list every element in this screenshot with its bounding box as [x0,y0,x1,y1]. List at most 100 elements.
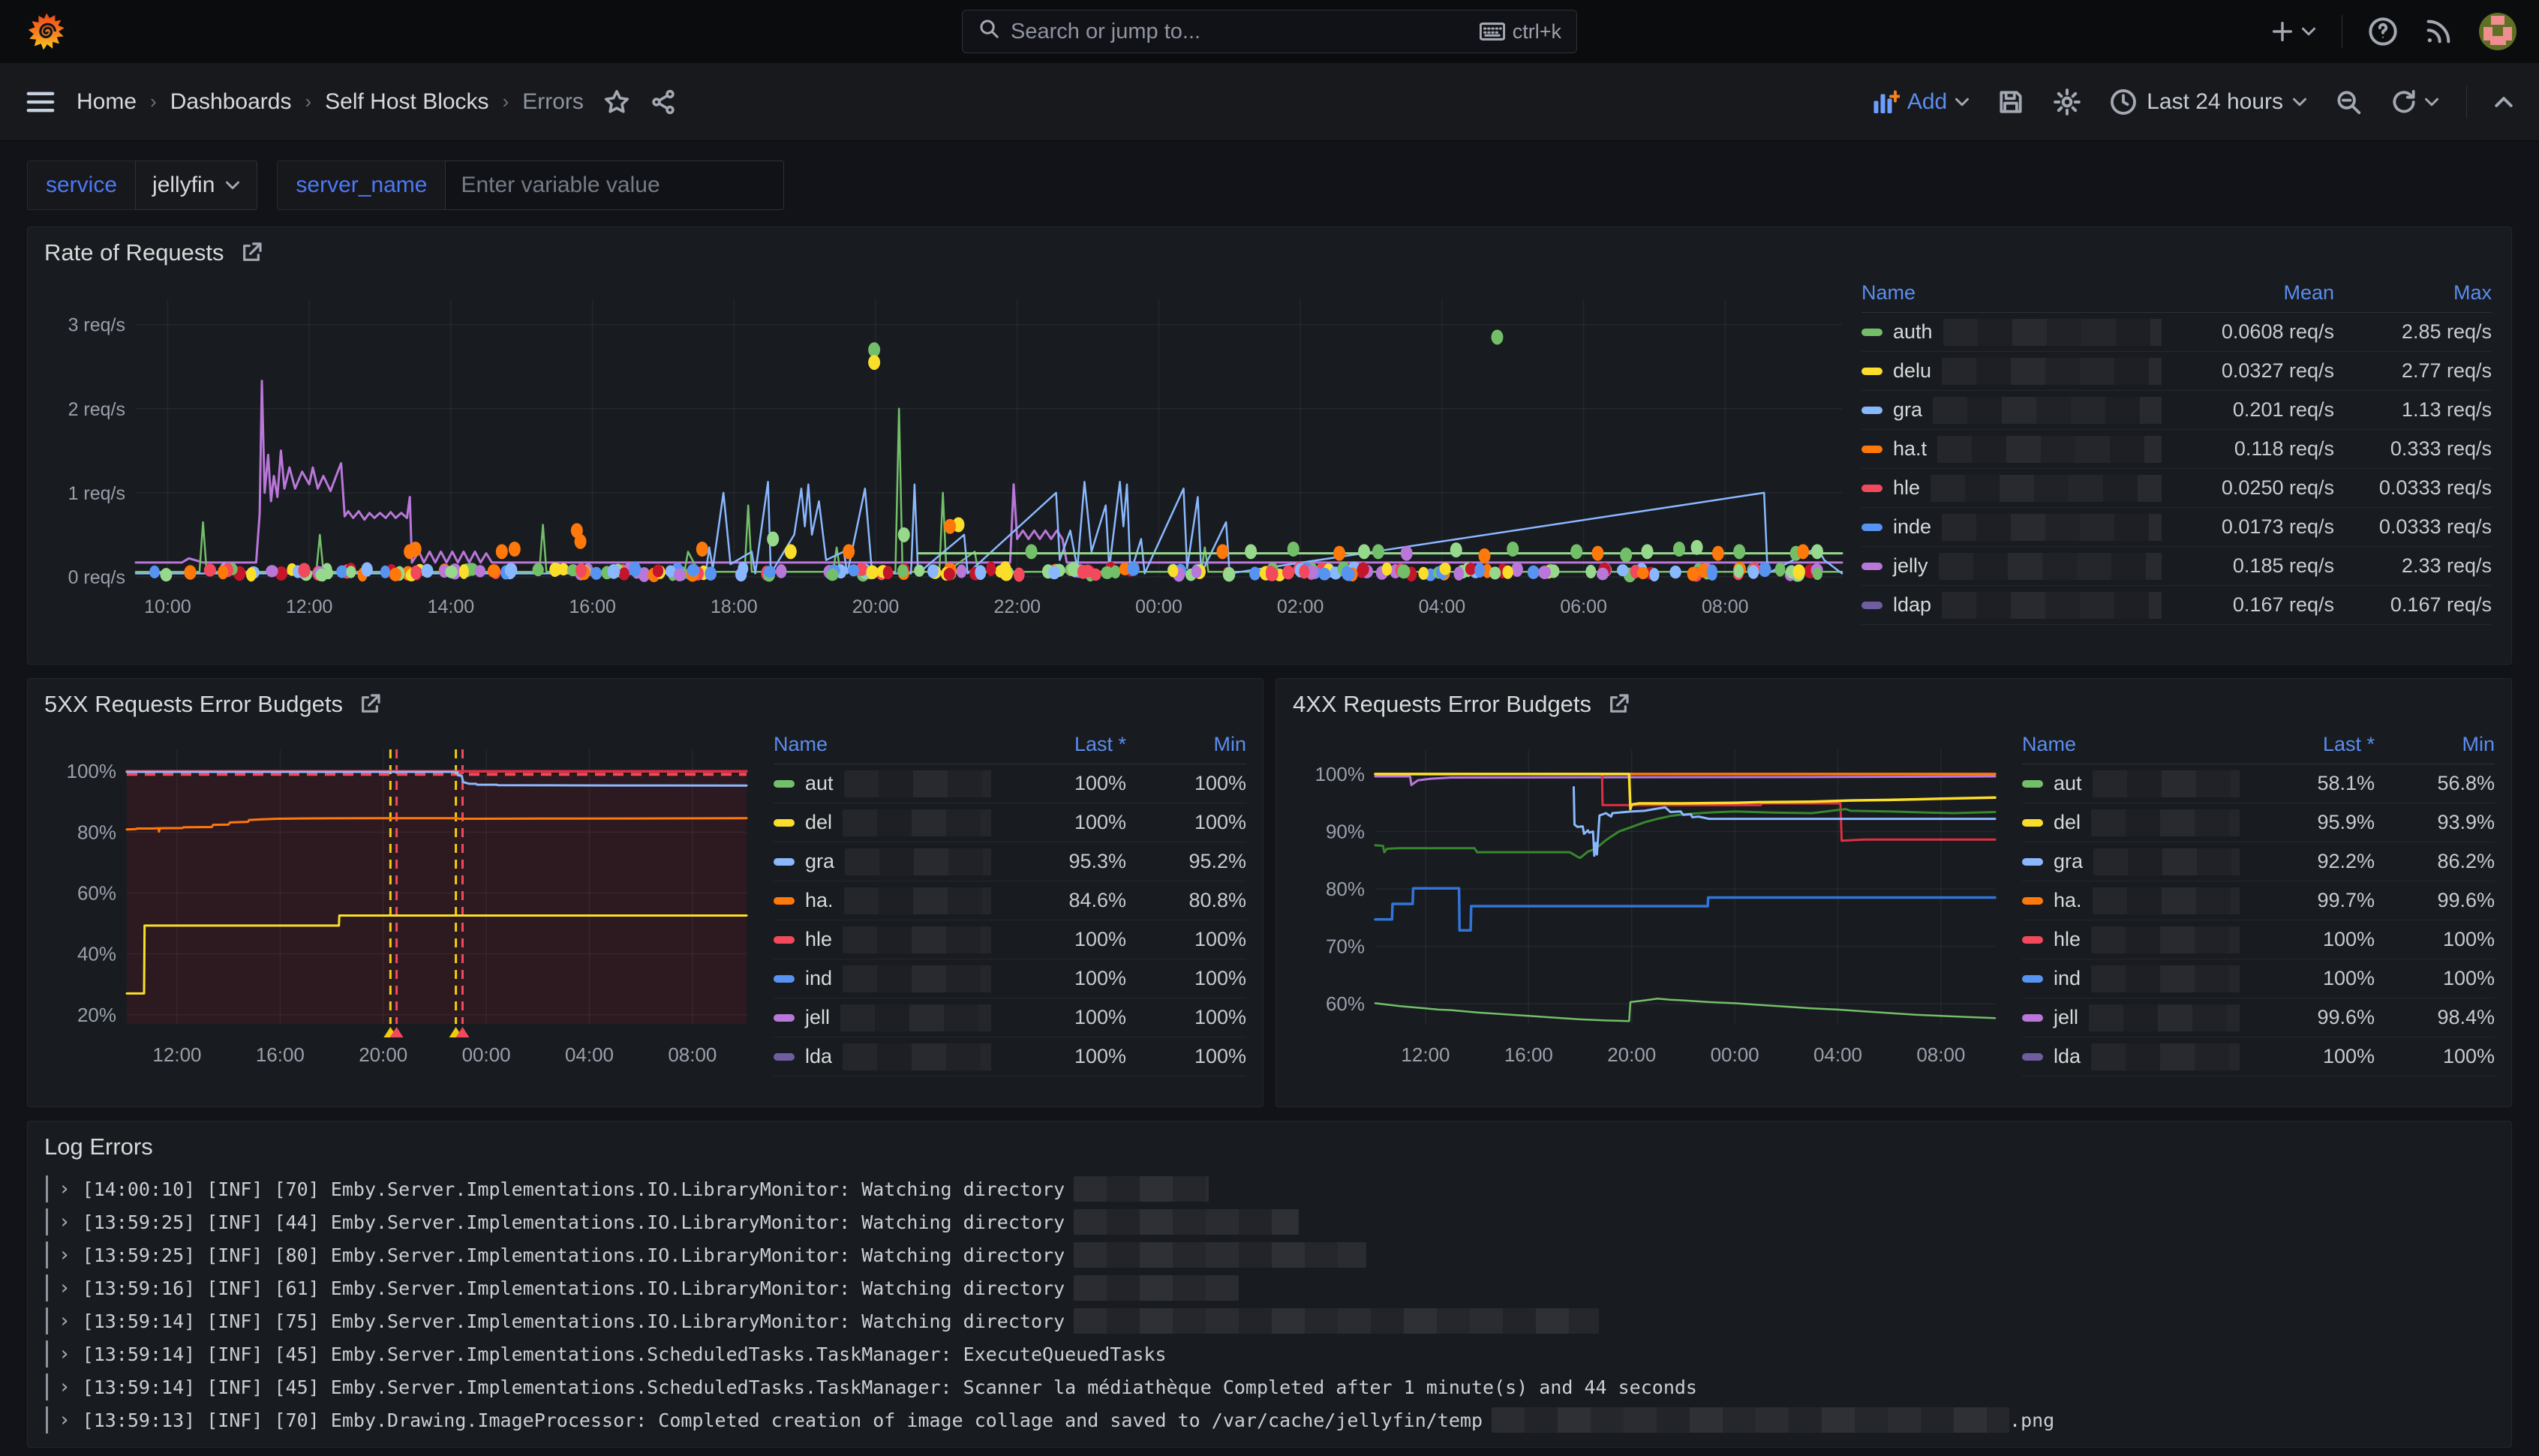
legend-value-2: 98.4% [2375,1006,2495,1029]
timeseries-chart[interactable]: 12:0016:0020:0000:0004:0008:00100%90%80%… [1291,724,2004,1099]
collapse-toolbar-button[interactable] [2494,95,2513,109]
legend-row[interactable]: ind 100% 100% [2022,959,2495,998]
favorite-button[interactable] [603,89,630,116]
expand-log-icon[interactable]: › [59,1277,71,1299]
new-button[interactable] [2270,19,2316,44]
log-line[interactable]: › [13:59:14] [INF] [75] Emby.Server.Impl… [46,1304,2493,1337]
external-link-icon[interactable] [1606,692,1630,716]
grafana-logo-icon[interactable] [27,11,66,53]
panel-title[interactable]: Log Errors [44,1133,153,1160]
legend-row[interactable]: lda 100% 100% [2022,1037,2495,1076]
legend-row[interactable]: ha. 99.7% 99.6% [2022,881,2495,920]
series-color-swatch [774,897,795,905]
log-line[interactable]: › [13:59:14] [INF] [45] Emby.Server.Impl… [46,1337,2493,1370]
legend-col-name[interactable]: Name [1861,281,2162,305]
series-line [1375,774,1995,809]
y-axis-tick: 1 req/s [68,483,125,504]
redacted-text [1942,358,2162,385]
legend-row[interactable]: ha. 84.6% 80.8% [774,881,1246,920]
legend-row[interactable]: auth 0.0608 req/s 2.85 req/s [1861,313,2492,352]
series-color-swatch [2022,975,2043,983]
expand-log-icon[interactable]: › [59,1244,71,1266]
legend-row[interactable]: hle 100% 100% [2022,920,2495,959]
user-avatar[interactable] [2479,13,2516,50]
breadcrumb-dashboards[interactable]: Dashboards [170,89,292,115]
expand-log-icon[interactable]: › [59,1343,71,1365]
expand-log-icon[interactable]: › [59,1211,71,1233]
news-button[interactable] [2423,17,2453,47]
legend-row[interactable]: gra 0.201 req/s 1.13 req/s [1861,391,2492,430]
legend-col-2[interactable]: Max [2334,281,2492,305]
legend-value-1: 0.167 req/s [2162,593,2334,617]
time-range-picker[interactable]: Last 24 hours [2109,88,2307,116]
series-color-swatch [1861,368,1882,375]
log-line[interactable]: › [13:59:13] [INF] [70] Emby.Drawing.Ima… [46,1403,2493,1436]
expand-log-icon[interactable]: › [59,1178,71,1200]
expand-log-icon[interactable]: › [59,1310,71,1332]
legend-value-1: 100% [991,772,1126,795]
legend-row[interactable]: aut 58.1% 56.8% [2022,764,2495,803]
legend-row[interactable]: ha.t 0.118 req/s 0.333 req/s [1861,430,2492,469]
legend-row[interactable]: hle 0.0250 req/s 0.0333 req/s [1861,469,2492,508]
share-button[interactable] [650,89,677,116]
legend-row[interactable]: inde 0.0173 req/s 0.0333 req/s [1861,508,2492,547]
log-line[interactable]: › [13:59:14] [INF] [45] Emby.Server.Impl… [46,1370,2493,1403]
log-line[interactable]: › [14:00:10] [INF] [70] Emby.Server.Impl… [46,1172,2493,1205]
series-color-swatch [774,819,795,827]
log-level-bar [46,1241,48,1268]
expand-log-icon[interactable]: › [59,1376,71,1398]
legend-row[interactable]: ind 100% 100% [774,959,1246,998]
legend-row[interactable]: gra 92.2% 86.2% [2022,842,2495,881]
legend-row[interactable]: gra 95.3% 95.2% [774,842,1246,881]
redacted-text [2089,1004,2240,1031]
mega-menu-button[interactable] [26,89,56,115]
external-link-icon[interactable] [239,241,263,265]
series-name: jell [805,1006,830,1029]
legend-value-2: 0.167 req/s [2334,593,2492,617]
panel-title[interactable]: 5XX Requests Error Budgets [44,691,343,718]
search-bar[interactable]: Search or jump to... ctrl+k [962,10,1577,53]
variable-server-name-input[interactable] [445,161,784,210]
legend-row[interactable]: lda 100% 100% [774,1037,1246,1076]
legend-col-1[interactable]: Last * [991,733,1126,756]
legend-row[interactable]: del 100% 100% [774,803,1246,842]
legend-col-name[interactable]: Name [774,733,991,756]
zoom-out-button[interactable] [2334,88,2363,116]
legend-col-1[interactable]: Mean [2162,281,2334,305]
legend-row[interactable]: del 95.9% 93.9% [2022,803,2495,842]
panel-title[interactable]: 4XX Requests Error Budgets [1293,691,1591,718]
add-panel-button[interactable]: Add [1873,89,1970,115]
breadcrumb-home[interactable]: Home [77,89,137,115]
legend-row[interactable]: aut 100% 100% [774,764,1246,803]
expand-log-icon[interactable]: › [59,1409,71,1431]
legend-value-2: 95.2% [1126,850,1246,873]
breadcrumb-folder[interactable]: Self Host Blocks [325,89,488,115]
timeseries-chart[interactable]: 10:0012:0014:0016:0018:0020:0022:0000:00… [47,277,1848,652]
legend-row[interactable]: hle 100% 100% [774,920,1246,959]
legend-row[interactable]: delu 0.0327 req/s 2.77 req/s [1861,352,2492,391]
variable-service-select[interactable]: jellyfin [135,161,257,210]
help-button[interactable] [2368,17,2398,47]
panel-title[interactable]: Rate of Requests [44,239,224,266]
log-message-suffix: .png [2009,1409,2054,1431]
timeseries-chart[interactable]: 12:0016:0020:0000:0004:0008:00100%80%60%… [43,724,756,1099]
legend-row[interactable]: jelly 0.185 req/s 2.33 req/s [1861,547,2492,586]
legend-col-1[interactable]: Last * [2240,733,2375,756]
legend-header: Name Last * Min [774,725,1246,764]
legend-row[interactable]: ldap 0.167 req/s 0.167 req/s [1861,586,2492,625]
legend-col-name[interactable]: Name [2022,733,2240,756]
legend-value-1: 0.0327 req/s [2162,359,2334,383]
legend-col-2[interactable]: Min [1126,733,1246,756]
log-line[interactable]: › [13:59:25] [INF] [80] Emby.Server.Impl… [46,1238,2493,1271]
dashboard-settings-button[interactable] [2052,87,2082,117]
refresh-button[interactable] [2390,88,2439,116]
save-dashboard-button[interactable] [1997,88,2025,116]
divider [2466,86,2467,119]
external-link-icon[interactable] [358,692,382,716]
legend-col-2[interactable]: Min [2375,733,2495,756]
log-line[interactable]: › [13:59:16] [INF] [61] Emby.Server.Impl… [46,1271,2493,1304]
log-line[interactable]: › [13:59:25] [INF] [44] Emby.Server.Impl… [46,1205,2493,1238]
legend-value-2: 100% [1126,772,1246,795]
legend-row[interactable]: jell 99.6% 98.4% [2022,998,2495,1037]
legend-row[interactable]: jell 100% 100% [774,998,1246,1037]
